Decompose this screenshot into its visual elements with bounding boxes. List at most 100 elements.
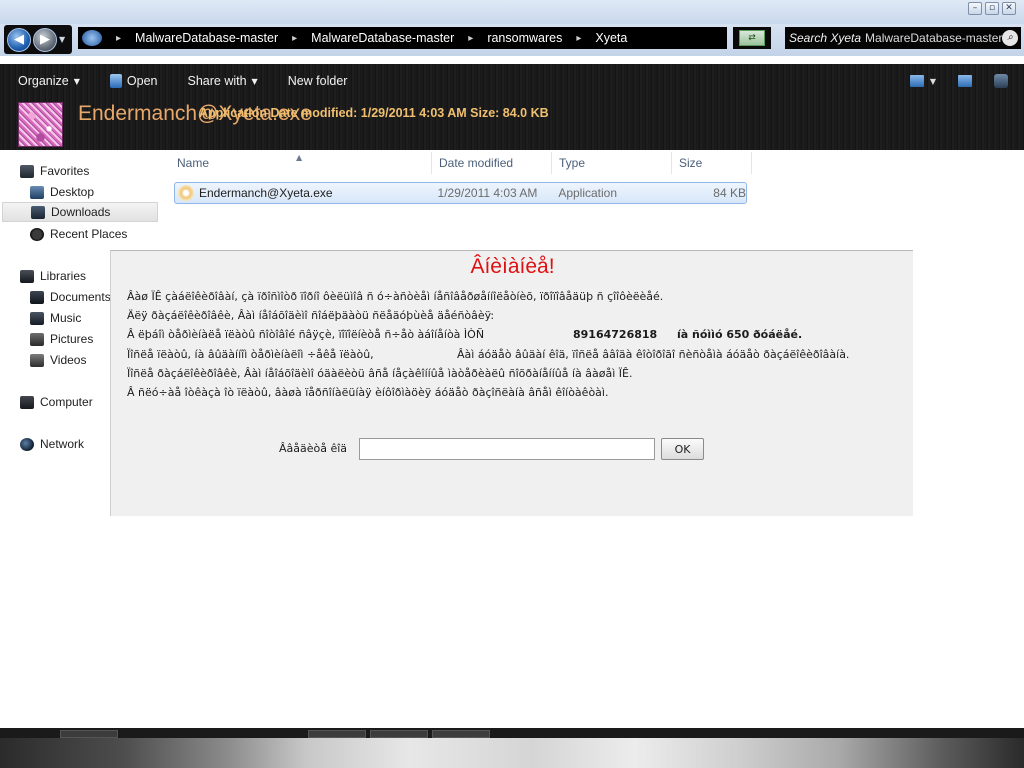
- breadcrumb-ransomwares[interactable]: ransomwares: [487, 31, 562, 45]
- share-with-label: Share with: [187, 74, 247, 88]
- nav-downloads[interactable]: Downloads: [2, 202, 158, 222]
- ransom-line-3: Â ëþáîì òåðìèíàëå ïëàòû ñîòîâîé ñâÿçè, ï…: [127, 325, 907, 344]
- nav-music[interactable]: Music: [30, 308, 81, 328]
- nav-documents-label: Documents: [50, 290, 111, 304]
- breadcrumb-separator[interactable]: ▸: [576, 33, 581, 44]
- search-input[interactable]: Search Xyeta: [789, 31, 861, 45]
- folder-icon: [82, 30, 102, 46]
- preview-pane-icon[interactable]: [958, 75, 972, 87]
- column-header-date-label: Date modified: [439, 156, 514, 170]
- libraries-icon: [20, 269, 34, 283]
- nav-libraries-label: Libraries: [40, 269, 87, 283]
- ransom-message: Âàø ÏÊ çàáëîêèðîâàí, çà ïðîñìîòð ïîðíî ô…: [127, 287, 907, 402]
- unlock-code-label: Ââåäèòå êîä: [279, 442, 348, 455]
- nav-libraries[interactable]: Libraries: [20, 266, 86, 286]
- column-header-name-label: Name: [177, 156, 210, 170]
- taskbar: [0, 728, 1024, 738]
- ransom-title: Âíèìàíèå!: [470, 255, 555, 278]
- nav-pictures[interactable]: Pictures: [30, 329, 93, 349]
- organize-menu[interactable]: Organize ▼: [18, 74, 80, 88]
- open-button[interactable]: Open: [109, 74, 158, 88]
- file-thumbnail: [18, 102, 63, 147]
- nav-desktop[interactable]: Desktop: [30, 182, 94, 202]
- file-type: Application: [558, 186, 618, 200]
- unlock-code-input[interactable]: [359, 438, 655, 460]
- nav-music-label: Music: [50, 311, 82, 325]
- column-header-size[interactable]: Size: [672, 152, 752, 174]
- nav-computer[interactable]: Computer: [20, 392, 93, 412]
- breadcrumb-malwaredatabase-master-1[interactable]: MalwareDatabase-master: [135, 31, 278, 45]
- chevron-down-icon: ▼: [73, 76, 80, 86]
- ransom-window: Âíèìàíèå! Âàø ÏÊ çàáëîêèðîâàí, çà ïðîñìî…: [110, 250, 913, 516]
- address-bar[interactable]: ▸ MalwareDatabase-master ▸ MalwareDataba…: [78, 27, 727, 49]
- nav-computer-label: Computer: [40, 395, 93, 409]
- downloads-icon: [31, 205, 45, 219]
- payment-amount: íà ñóììó 650 ðóáëåé.: [677, 328, 803, 342]
- close-button[interactable]: ✕: [1002, 2, 1016, 15]
- computer-icon: [20, 395, 34, 409]
- network-icon: [20, 437, 34, 451]
- chevron-down-icon[interactable]: ▼: [930, 77, 936, 86]
- search-icon[interactable]: ⌕: [1002, 30, 1018, 46]
- change-view-icon[interactable]: [909, 75, 924, 87]
- file-date-modified: 1/29/2011 4:03 AM: [437, 186, 538, 200]
- column-headers: Name ▲ Date modified Type Size: [170, 152, 754, 174]
- nav-documents[interactable]: Documents: [30, 287, 111, 307]
- details-file-meta: Application Date modified: 1/29/2011 4:0…: [199, 106, 549, 120]
- breadcrumb-malwaredatabase-master-2[interactable]: MalwareDatabase-master: [311, 31, 454, 45]
- nav-downloads-label: Downloads: [51, 205, 111, 219]
- open-icon: [109, 74, 122, 88]
- nav-videos[interactable]: Videos: [30, 350, 86, 370]
- recent-pages-dropdown[interactable]: ▼: [59, 35, 65, 44]
- maximize-button[interactable]: ▫: [985, 2, 999, 15]
- column-header-name[interactable]: Name ▲: [170, 152, 432, 174]
- ransom-line-5: Ïîñëå ðàçáëîêèðîâêè, Âàì íåîáõîäèìî óäàë…: [127, 366, 633, 380]
- breadcrumb-separator[interactable]: ▸: [292, 33, 297, 44]
- forward-button[interactable]: ▶: [33, 27, 57, 52]
- phone-number: 89164726818: [573, 328, 658, 342]
- taskbar-button[interactable]: [370, 730, 428, 738]
- new-folder-label: New folder: [287, 74, 348, 88]
- nav-recent-places-label: Recent Places: [50, 227, 128, 241]
- help-icon[interactable]: [994, 74, 1008, 88]
- address-toolbar: ◀ ▶ ▼ ▸ MalwareDatabase-master ▸ Malware…: [0, 24, 1024, 56]
- ok-button[interactable]: OK: [661, 438, 704, 460]
- share-with-menu[interactable]: Share with ▼: [187, 74, 257, 88]
- nav-recent-places[interactable]: Recent Places: [30, 224, 127, 244]
- favorites-icon: [20, 164, 34, 178]
- minimize-button[interactable]: –: [968, 2, 982, 15]
- column-header-date-modified[interactable]: Date modified: [432, 152, 552, 174]
- file-name: Endermanch@Xyeta.exe: [198, 186, 333, 200]
- pictures-icon: [30, 332, 44, 346]
- back-button[interactable]: ◀: [7, 27, 31, 52]
- breadcrumb-separator[interactable]: ▸: [468, 33, 473, 44]
- desktop-icon: [30, 185, 44, 199]
- nav-pictures-label: Pictures: [50, 332, 94, 346]
- application-icon: [178, 185, 194, 201]
- file-row[interactable]: Endermanch@Xyeta.exe 1/29/2011 4:03 AM A…: [174, 182, 747, 204]
- taskbar-button[interactable]: [308, 730, 366, 738]
- chevron-down-icon: ▼: [251, 76, 258, 86]
- breadcrumb-separator[interactable]: ▸: [116, 33, 121, 44]
- view-buttons: ▼: [909, 74, 1008, 88]
- ransom-line-1: Âàø ÏÊ çàáëîêèðîâàí, çà ïðîñìîòð ïîðíî ô…: [127, 290, 664, 303]
- nav-network-label: Network: [40, 437, 85, 451]
- breadcrumb-xyeta[interactable]: Xyeta: [595, 31, 627, 45]
- column-header-type[interactable]: Type: [552, 152, 672, 174]
- command-bar: Organize ▼ Open Share with ▼ New folder …: [0, 64, 1024, 98]
- videos-icon: [30, 353, 44, 367]
- column-header-size-label: Size: [679, 156, 703, 170]
- nav-favorites-label: Favorites: [40, 164, 90, 178]
- refresh-button[interactable]: ⇄: [733, 27, 771, 49]
- new-folder-button[interactable]: New folder: [288, 74, 348, 88]
- nav-favorites[interactable]: Favorites: [20, 161, 89, 181]
- sort-ascending-icon: ▲: [296, 153, 303, 162]
- taskbar-button[interactable]: [60, 730, 118, 738]
- nav-network[interactable]: Network: [20, 434, 84, 454]
- taskbar-button[interactable]: [432, 730, 490, 738]
- open-label: Open: [126, 74, 158, 88]
- receipt-instruction: Ïîñëå ïëàòû, íà âûäàííîì òåðìèíàëîì ÷åêå…: [127, 347, 374, 361]
- ransom-line-4: Ïîñëå ïëàòû, íà âûäàííîì òåðìèíàëîì ÷åêå…: [127, 345, 907, 364]
- search-box[interactable]: Search Xyeta MalwareDatabase-master ⌕: [785, 27, 1021, 49]
- music-icon: [30, 311, 44, 325]
